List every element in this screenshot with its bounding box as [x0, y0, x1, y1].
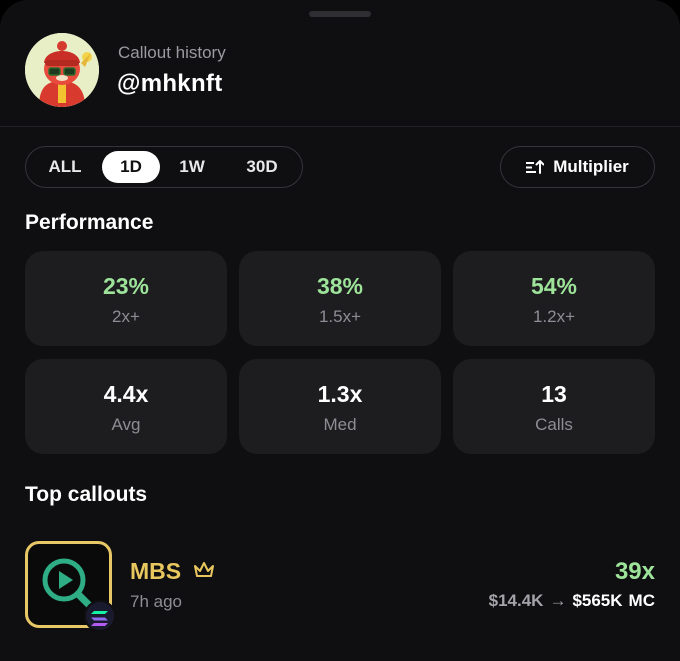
stat-label: 1.2x+ — [532, 307, 576, 326]
callout-multiplier: 39x — [614, 558, 655, 585]
stat-label: Avg — [111, 415, 141, 434]
stat-label: Med — [323, 415, 357, 434]
stat-label: 2x+ — [112, 307, 140, 326]
header-divider — [0, 126, 680, 127]
arrow-right-icon: → — [549, 591, 567, 610]
chain-badge — [84, 600, 116, 632]
performance-title: Performance — [25, 211, 154, 234]
stat-label: Calls — [535, 415, 573, 434]
mc-unit: MC — [628, 591, 655, 610]
tab-30d[interactable]: 30D — [230, 151, 294, 183]
stat-card-1-5x: 38% 1.5x+ — [239, 251, 441, 346]
sort-icon — [526, 160, 545, 174]
stat-card-2x: 23% 2x+ — [25, 251, 227, 346]
multiplier-label: Multiplier — [553, 157, 629, 176]
stat-card-1-2x: 54% 1.2x+ — [453, 251, 655, 346]
tab-all[interactable]: ALL — [39, 151, 91, 183]
stat-value: 13 — [541, 381, 567, 407]
tab-1d[interactable]: 1D — [102, 151, 160, 183]
mc-to: $565K — [572, 591, 623, 610]
market-cap-change: $14.4K → $565K MC — [489, 591, 655, 611]
token-name: MBS — [130, 558, 182, 584]
time-range-selector: ALL 1D 1W 30D — [25, 146, 303, 188]
callout-time: 7h ago — [130, 592, 182, 611]
tab-1w[interactable]: 1W — [166, 151, 218, 183]
stat-card-med: 1.3x Med — [239, 359, 441, 454]
cartoon-avatar-icon — [25, 33, 99, 107]
stat-card-avg: 4.4x Avg — [25, 359, 227, 454]
crown-icon — [194, 562, 214, 577]
stat-value: 4.4x — [103, 381, 149, 407]
callout-history-sheet: Callout history @mhknft ALL 1D 1W 30D Mu… — [0, 0, 680, 661]
sheet-grabber[interactable] — [309, 11, 371, 17]
avatar[interactable] — [25, 33, 99, 107]
stat-value: 1.3x — [317, 381, 363, 407]
multiplier-sort-button[interactable]: Multiplier — [500, 146, 655, 188]
stat-value: 23% — [102, 273, 150, 299]
solana-icon — [86, 602, 114, 630]
stat-value: 38% — [316, 273, 364, 299]
user-handle: @mhknft — [117, 70, 223, 97]
mc-from: $14.4K — [488, 591, 544, 610]
stat-card-calls: 13 Calls — [453, 359, 655, 454]
header-subtitle: Callout history — [118, 43, 226, 62]
top-callouts-title: Top callouts — [25, 483, 148, 506]
stat-label: 1.5x+ — [318, 307, 362, 326]
stat-value: 54% — [530, 273, 578, 299]
